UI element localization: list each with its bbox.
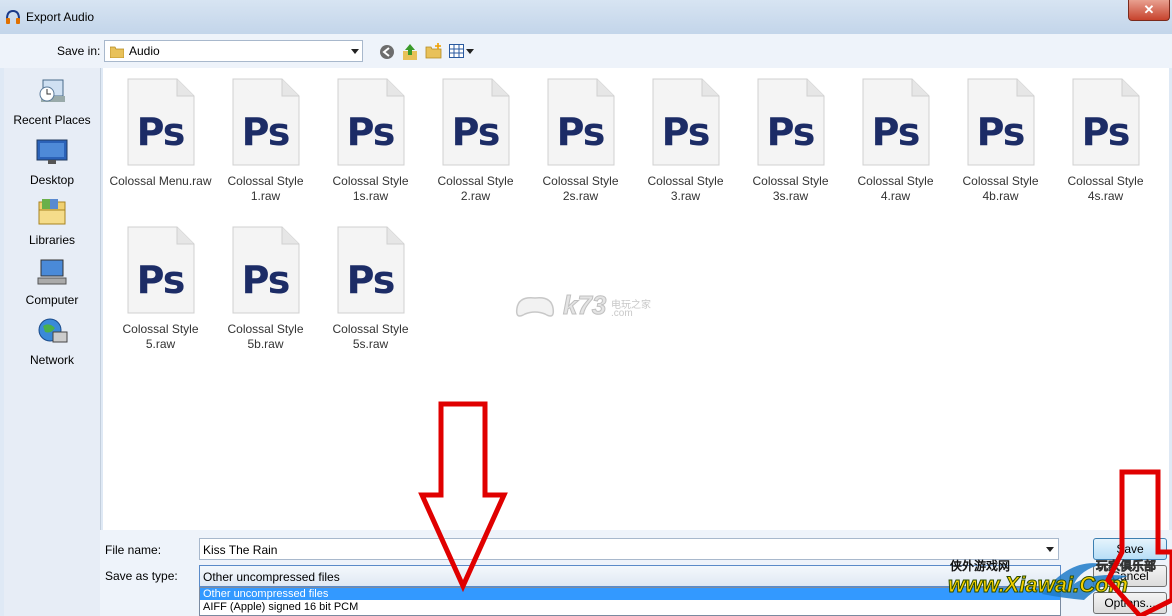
annotation-overlay — [418, 401, 1172, 616]
red-down-arrow-annotation — [418, 401, 508, 593]
red-down-arrow-annotation — [1105, 469, 1172, 616]
